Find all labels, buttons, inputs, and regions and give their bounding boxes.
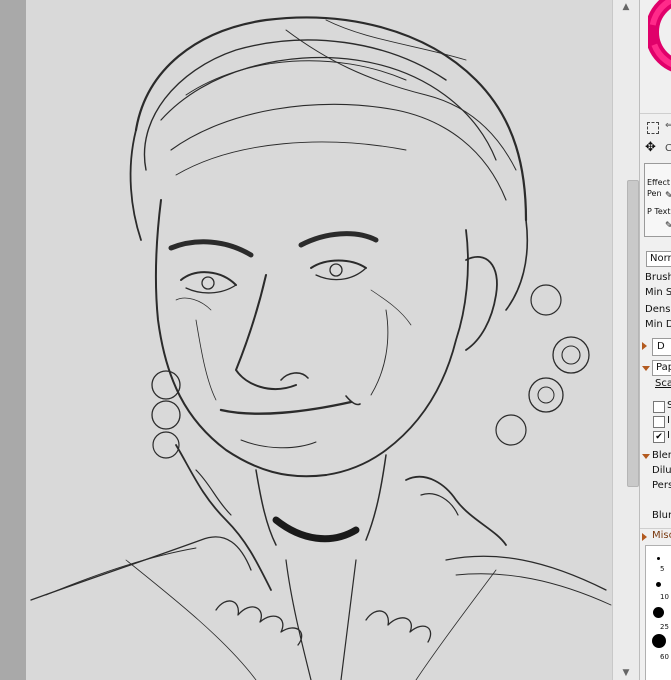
left-gutter [0,0,26,680]
expand-icon[interactable]: ⇐ [665,120,671,132]
blur-label: Blur [652,510,671,521]
collapse-arrow-icon[interactable] [642,454,650,459]
blend-mode-value: Norm [650,253,671,264]
option-checkbox-1[interactable] [653,401,665,413]
pen-icon: ✎ [665,190,671,202]
scroll-thumb[interactable] [627,180,639,487]
blend-mode-select[interactable]: Norm [646,251,671,267]
min-size-label: Min Si [645,287,671,298]
brush-size-label: 60 [660,653,669,661]
min-density-label: Min De [645,319,671,330]
brush-size-dot[interactable] [656,582,661,587]
vertical-scrollbar[interactable]: ▲ ▼ [612,0,639,680]
expand-arrow-icon[interactable] [642,533,647,541]
brush-shape-select[interactable]: D [652,338,671,356]
move-icon[interactable]: ✥ [645,141,656,154]
scroll-up-arrow-icon[interactable]: ▲ [613,0,639,14]
collapse-icon[interactable]: C [665,143,671,155]
scroll-down-arrow-icon[interactable]: ▼ [613,666,639,680]
collapse-arrow-icon[interactable] [642,366,650,371]
color-wheel-icon[interactable] [648,0,671,82]
brush-size-label: 25 [660,623,669,631]
divider [640,528,671,529]
dilution-label: Dilut [652,465,671,476]
expand-arrow-icon[interactable] [642,342,647,350]
paper-texture-value: Pap [656,362,671,373]
brush-size-label: Brush [645,272,671,283]
brush-shape-value: D [657,341,665,352]
paper-texture-select[interactable]: Pap [652,360,671,376]
option-checkbox-2[interactable] [653,416,665,428]
blending-label: Blen [652,450,671,461]
scale-label: Scal [655,378,671,389]
divider [640,113,671,114]
drawing-canvas[interactable] [26,0,612,680]
brush-size-label: 10 [660,593,669,601]
text-tool-label: P Text [647,207,671,216]
brush-size-list[interactable]: 5 10 25 60 [645,545,671,680]
option-label-1: S [667,400,671,412]
brush-size-label: 5 [660,565,665,573]
brush-size-dot[interactable] [652,634,666,648]
pen-label: Pen [647,189,662,198]
option-label-2: I [667,415,670,426]
option-label-3: I [667,430,670,441]
density-label: Densit [645,304,671,315]
tool-settings-panel: ⇐ ✥ C Effect Pen P Text ✎ ✎ Norm Brush M… [639,0,671,680]
persistence-label: Pers [652,480,671,491]
sketch-artwork [30,16,612,680]
selection-icon[interactable] [647,122,659,134]
option-checkbox-3[interactable]: ✔ [653,431,665,443]
pen-icon: ✎ [665,220,671,232]
brush-size-dot[interactable] [653,607,664,618]
brush-size-dot[interactable] [657,557,660,560]
misc-label: Misc [652,530,671,541]
